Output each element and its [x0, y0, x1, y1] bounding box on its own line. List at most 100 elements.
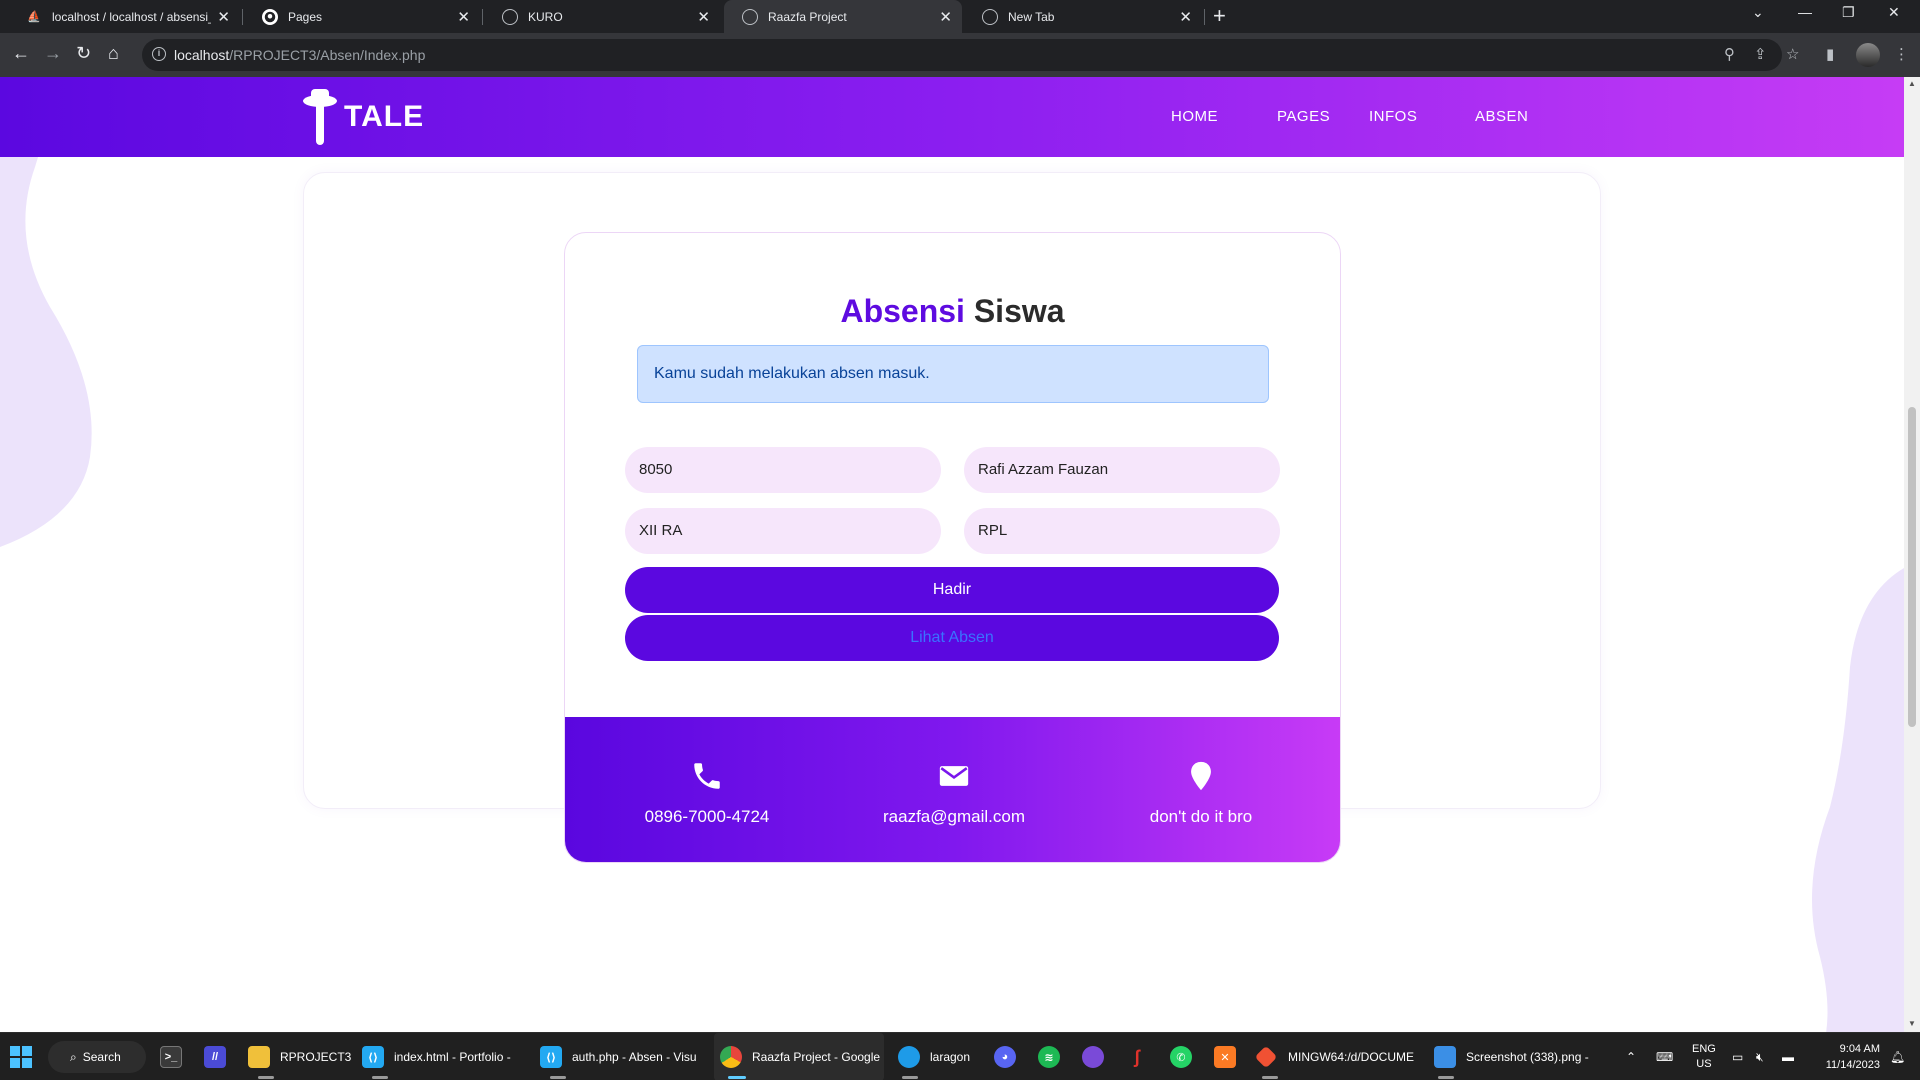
tray-overflow-icon[interactable]: ⌃	[1626, 1033, 1636, 1080]
scroll-up-icon[interactable]: ▲	[1908, 79, 1916, 88]
nis-field[interactable]: 8050	[625, 447, 941, 493]
taskbar-app-xampp[interactable]: ✕	[1214, 1033, 1246, 1080]
folder-icon	[248, 1046, 270, 1068]
attendance-card: Absensi Siswa Kamu sudah melakukan absen…	[564, 232, 1341, 863]
windows-taskbar: ⌕ Search >_ // RPROJECT3 ⟨⟩ index.html -…	[0, 1032, 1920, 1080]
running-indicator	[258, 1076, 274, 1079]
keyboard-icon[interactable]: ⌨	[1656, 1033, 1673, 1080]
running-indicator	[1262, 1076, 1278, 1079]
app-icon: ʃ	[1134, 1046, 1140, 1067]
scrollbar-thumb[interactable]	[1908, 407, 1916, 727]
forward-icon[interactable]: →	[44, 43, 62, 63]
close-icon[interactable]: ✕	[457, 8, 470, 26]
scroll-down-icon[interactable]: ▼	[1908, 1019, 1916, 1028]
taskbar-search[interactable]: ⌕ Search	[48, 1041, 146, 1073]
volume-muted-icon[interactable]: 🔇︎	[1756, 1033, 1764, 1080]
taskbar-app-vscode-2[interactable]: ⟨⟩ auth.php - Absen - Visu	[540, 1033, 704, 1080]
nav-infos[interactable]: INFOS	[1369, 108, 1417, 125]
location-text: don't do it bro	[1149, 807, 1253, 826]
status-alert: Kamu sudah melakukan absen masuk.	[637, 345, 1269, 403]
address-bar[interactable]: i localhost/RPROJECT3/Absen/Index.php	[142, 39, 1782, 71]
region-code: US	[1696, 1058, 1712, 1070]
major-field[interactable]: RPL	[964, 508, 1280, 554]
taskbar-app-explorer[interactable]: RPROJECT3	[248, 1033, 351, 1080]
site-logo[interactable]: TALE	[302, 87, 424, 147]
nav-home[interactable]: HOME	[1171, 108, 1218, 125]
new-tab-button[interactable]: +	[1213, 4, 1226, 28]
site-info-icon[interactable]: i	[152, 47, 166, 61]
search-icon: ⌕	[70, 1049, 77, 1064]
taskbar-app-paint[interactable]: Screenshot (338).png -	[1434, 1033, 1594, 1080]
language-indicator[interactable]: ENG US	[1692, 1033, 1716, 1080]
display-icon[interactable]: ▭	[1732, 1033, 1743, 1080]
minimize-button[interactable]: —	[1798, 4, 1812, 20]
tab-search-icon[interactable]: ⌄	[1752, 4, 1764, 21]
taskbar-app-laragon[interactable]: laragon	[898, 1033, 978, 1080]
taskbar-app-spotify[interactable]: ≋	[1038, 1033, 1070, 1080]
nav-pages[interactable]: PAGES	[1277, 108, 1330, 125]
search-label: Search	[82, 1050, 121, 1064]
hadir-button[interactable]: Hadir	[625, 567, 1279, 613]
back-icon[interactable]: ←	[12, 43, 30, 63]
browser-tab-1[interactable]: ⛵ localhost / localhost / absensi_k ✕	[8, 0, 240, 33]
share-icon[interactable]: ⇪	[1754, 45, 1767, 63]
taskbar-app-vscode-1[interactable]: ⟨⟩ index.html - Portfolio -	[362, 1033, 526, 1080]
taskbar-app-discord[interactable]: ◕	[994, 1033, 1026, 1080]
taskbar-app-red[interactable]: ʃ	[1126, 1033, 1158, 1080]
close-icon[interactable]: ✕	[939, 8, 952, 26]
notification-bell-icon[interactable]: 🔔︎	[1890, 1033, 1905, 1080]
taskbar-app-github[interactable]	[1082, 1033, 1114, 1080]
site-header: TALE HOME PAGES INFOS ABSEN	[0, 77, 1904, 157]
system-clock[interactable]: 9:04 AM 11/14/2023	[1806, 1041, 1880, 1073]
name-field[interactable]: Rafi Azzam Fauzan	[964, 447, 1280, 493]
close-icon[interactable]: ✕	[697, 8, 710, 26]
class-field[interactable]: XII RA	[625, 508, 941, 554]
browser-toolbar: ← → ↻ ⌂ i localhost/RPROJECT3/Absen/Inde…	[0, 33, 1920, 77]
browser-tab-3[interactable]: KURO ✕	[484, 0, 720, 33]
restore-button[interactable]: ❐	[1842, 4, 1855, 21]
nav-absen[interactable]: ABSEN	[1475, 108, 1528, 125]
browser-tab-5[interactable]: New Tab ✕	[964, 0, 1202, 33]
running-indicator	[550, 1076, 566, 1079]
windows-logo-icon	[10, 1046, 32, 1068]
email-text: raazfa@gmail.com	[883, 807, 1025, 826]
browser-tab-4[interactable]: Raazfa Project ✕	[724, 0, 962, 33]
close-icon[interactable]: ✕	[1179, 8, 1192, 26]
close-window-button[interactable]: ✕	[1888, 4, 1900, 21]
taskbar-app-chrome[interactable]: Raazfa Project - Google	[714, 1033, 884, 1080]
taskbar-app-label: Raazfa Project - Google	[752, 1050, 881, 1064]
page-scrollbar[interactable]: ▲ ▼	[1904, 77, 1920, 1032]
reload-icon[interactable]: ↻	[76, 43, 91, 63]
taskbar-app-label: index.html - Portfolio -	[394, 1050, 511, 1064]
page-title: Absensi Siswa	[840, 293, 1065, 329]
profile-avatar[interactable]	[1856, 43, 1880, 67]
browser-tab-2[interactable]: Pages ✕	[244, 0, 480, 33]
location-icon[interactable]: ⚲	[1724, 45, 1735, 63]
lihat-absen-button[interactable]: Lihat Absen	[625, 615, 1279, 661]
taskbar-app-git-bash[interactable]: MINGW64:/d/DOCUME	[1254, 1033, 1418, 1080]
vscode-icon: ⟨⟩	[362, 1046, 384, 1068]
bookmark-star-icon[interactable]: ☆	[1786, 45, 1799, 63]
taskbar-app-whatsapp[interactable]: ✆	[1170, 1033, 1202, 1080]
chrome-icon	[982, 8, 998, 25]
taskbar-app-label: Screenshot (338).png -	[1466, 1050, 1589, 1064]
terminal-app[interactable]: >_	[160, 1033, 192, 1080]
taskbar-app-label: auth.php - Absen - Visu	[572, 1050, 697, 1064]
taskbar-app-label: MINGW64:/d/DOCUME	[1288, 1050, 1415, 1064]
home-icon[interactable]: ⌂	[108, 43, 119, 63]
close-icon[interactable]: ✕	[217, 8, 230, 26]
clock-date: 11/14/2023	[1825, 1059, 1880, 1071]
start-button[interactable]	[10, 1033, 32, 1080]
contact-section: 0896-7000-4724 raazfa@gmail.com don't do…	[565, 717, 1340, 862]
browser-tab-bar: ⛵ localhost / localhost / absensi_k ✕ Pa…	[0, 0, 1920, 33]
tab-title: Pages	[288, 9, 323, 24]
url-text: localhost/RPROJECT3/Absen/Index.php	[174, 47, 426, 63]
dev-app[interactable]: //	[204, 1033, 236, 1080]
tab-title: localhost / localhost / absensi_k	[52, 9, 212, 24]
side-panel-icon[interactable]: ▮	[1826, 45, 1834, 63]
git-icon	[1254, 1045, 1278, 1069]
github-icon	[1082, 1046, 1104, 1068]
menu-icon[interactable]: ⋮	[1894, 45, 1909, 63]
battery-icon[interactable]: ▬	[1782, 1033, 1794, 1080]
hat-logo-icon	[303, 89, 337, 145]
